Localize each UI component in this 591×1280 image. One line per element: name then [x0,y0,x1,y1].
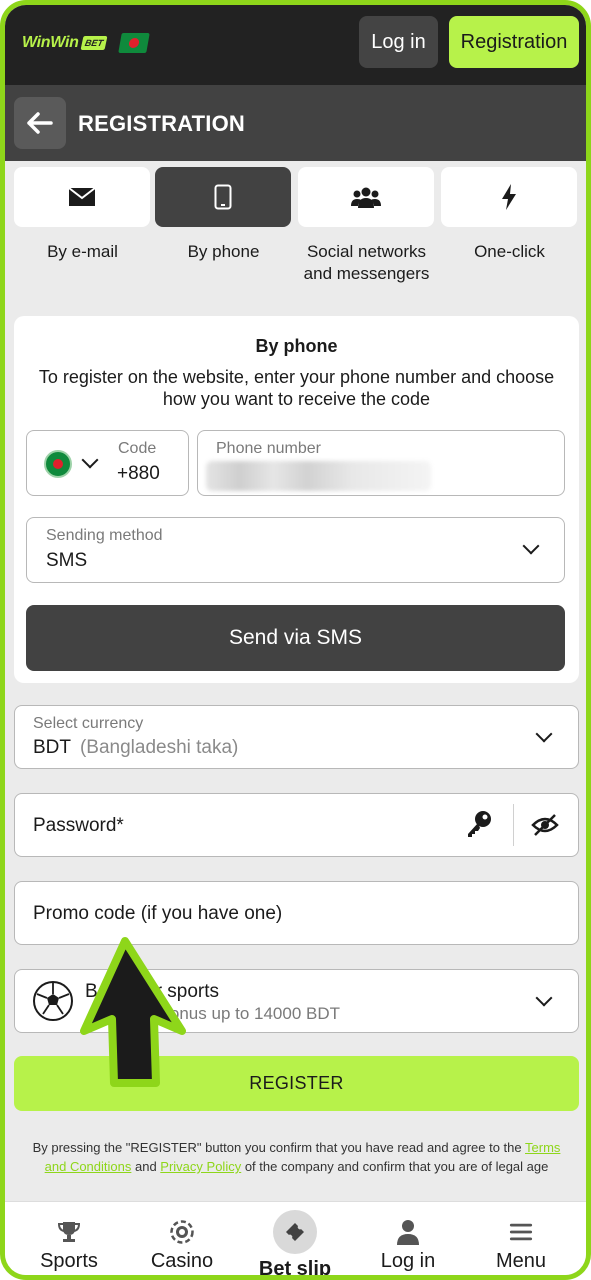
bangladesh-flag-icon [44,450,72,478]
arrow-left-icon [27,112,53,134]
chevron-down-icon [522,537,540,555]
promo-placeholder: Promo code (if you have one) [33,903,283,924]
tab-label-email: By e-mail [47,242,118,261]
eye-slash-icon[interactable] [531,813,559,842]
nav-casino[interactable]: Casino [124,1202,240,1275]
brand-logo[interactable]: WinWin BET [22,31,150,55]
hamburger-icon [509,1220,533,1244]
app-frame: WinWin BET Log in Registration REGISTRAT… [0,0,591,1280]
tab-one-click[interactable] [441,167,577,227]
user-icon [396,1220,420,1245]
trophy-icon [57,1220,81,1244]
currency-value: BDT (Bangladeshi taka) [33,737,238,759]
chevron-down-icon [535,725,553,743]
tab-label-phone: By phone [187,242,260,261]
nav-sports[interactable]: Sports [11,1202,127,1275]
nav-bet-slip-label: Bet slip [258,1258,332,1280]
nav-log-in-label: Log in [380,1250,436,1272]
back-button[interactable] [14,97,66,149]
legal-text: By pressing the "REGISTER" button you co… [23,1138,570,1176]
country-code-select[interactable]: Code +880 [26,430,189,496]
sending-method-select[interactable]: Sending method SMS [26,517,565,583]
sending-method-value: SMS [46,550,88,571]
tab-label-one-click: One-click [474,242,545,261]
chevron-down-icon [535,989,553,1007]
tab-by-email[interactable] [14,167,150,227]
tab-label-social: Social networks and messengers [303,242,430,283]
currency-label: Select currency [33,715,144,732]
chevron-down-icon [81,451,99,469]
tab-by-phone[interactable] [155,167,291,227]
privacy-policy-link[interactable]: Privacy Policy [160,1159,241,1174]
code-value: +880 [117,463,160,484]
legal-text-part1: By pressing the "REGISTER" button you co… [32,1140,526,1155]
tab-social-networks[interactable] [298,167,434,227]
registration-title-bar: REGISTRATION [5,85,586,161]
password-placeholder: Password* [33,815,124,836]
bangladesh-flag-icon [117,33,150,53]
nav-sports-label: Sports [40,1250,98,1272]
ticket-icon [273,1210,317,1254]
nav-log-in[interactable]: Log in [350,1202,466,1275]
key-icon[interactable] [465,809,493,844]
bottom-navigation: Sports Casino Bet slip Log in Menu [5,1201,586,1280]
phone-number-label: Phone number [216,440,321,457]
soccer-ball-icon [32,980,74,1027]
chip-icon [170,1220,194,1244]
envelope-icon [68,187,96,206]
smartphone-icon [214,184,232,210]
logo-text: WinWin [22,34,79,51]
phone-number-input[interactable]: Phone number [197,430,565,496]
legal-text-part3: of the company and confirm that you are … [241,1159,549,1174]
lightning-icon [502,184,516,210]
card-description: To register on the website, enter your p… [38,367,555,409]
nav-menu[interactable]: Menu [463,1202,579,1275]
field-divider [513,804,514,846]
header-login-button[interactable]: Log in [359,16,438,68]
top-bar: WinWin BET Log in Registration [5,5,586,85]
currency-select[interactable]: Select currency BDT (Bangladeshi taka) [14,705,579,769]
people-icon [351,187,381,208]
page-title: REGISTRATION [78,111,245,136]
legal-text-part2: and [131,1159,161,1174]
nav-menu-label: Menu [495,1250,547,1272]
currency-name: (Bangladeshi taka) [79,737,239,758]
nav-casino-label: Casino [150,1250,214,1272]
logo-badge: BET [80,36,108,50]
phone-registration-card: By phone To register on the website, ent… [14,316,579,683]
password-field[interactable]: Password* [14,793,579,857]
card-title: By phone [255,336,338,356]
send-sms-button[interactable]: Send via SMS [26,605,565,671]
header-registration-button[interactable]: Registration [449,16,579,68]
pointer-arrow-icon [80,937,186,1087]
blurred-phone-value [206,461,431,491]
code-label: Code [118,440,157,457]
nav-bet-slip[interactable]: Bet slip [237,1202,353,1280]
currency-code: BDT [33,737,71,758]
sending-method-label: Sending method [46,527,163,544]
